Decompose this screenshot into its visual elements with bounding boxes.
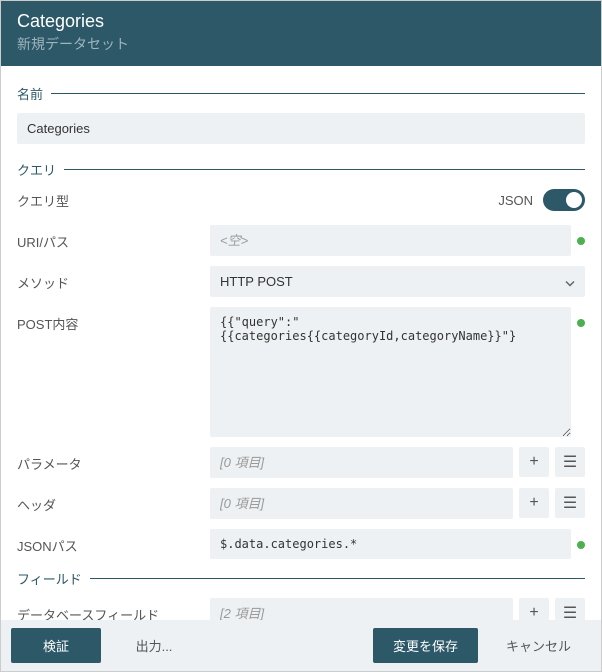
params-input[interactable]: [210, 447, 513, 478]
params-label: パラメータ: [17, 447, 202, 473]
section-query-label: クエリ: [17, 160, 56, 179]
name-input[interactable]: [17, 113, 585, 144]
params-menu-button[interactable]: ☰: [555, 447, 585, 477]
headers-menu-button[interactable]: ☰: [555, 488, 585, 518]
section-name-label: 名前: [17, 84, 43, 103]
dialog-content: 名前 クエリ クエリ型 JSON URI/パス メソッド HTTP POST: [1, 66, 601, 620]
menu-icon: ☰: [563, 452, 577, 472]
menu-icon: ☰: [563, 493, 577, 513]
section-name: 名前: [17, 84, 585, 103]
post-content-textarea[interactable]: {{"query":"{{categories{{categoryId,cate…: [210, 307, 571, 437]
cancel-button[interactable]: キャンセル: [486, 628, 591, 663]
jsonpath-input[interactable]: [210, 529, 571, 559]
headers-input[interactable]: [210, 488, 513, 519]
uri-input[interactable]: [210, 225, 571, 256]
validate-button[interactable]: 検証: [11, 628, 101, 663]
query-type-value: JSON: [498, 193, 533, 208]
query-type-toggle[interactable]: [543, 189, 585, 211]
method-label: メソッド: [17, 266, 202, 292]
headers-add-button[interactable]: +: [519, 488, 549, 518]
jsonpath-status-dot: [577, 541, 585, 549]
db-fields-add-button[interactable]: +: [519, 598, 549, 620]
db-fields-menu-button[interactable]: ☰: [555, 598, 585, 620]
db-fields-label: データベースフィールド: [17, 598, 202, 620]
plus-icon: +: [529, 453, 538, 471]
toggle-knob: [566, 192, 582, 208]
jsonpath-label: JSONパス: [17, 529, 202, 555]
dialog-footer: 検証 出力... 変更を保存 キャンセル: [1, 620, 601, 671]
uri-label: URI/パス: [17, 225, 202, 251]
section-query: クエリ: [17, 160, 585, 179]
menu-icon: ☰: [563, 603, 577, 620]
section-fields: フィールド: [17, 569, 585, 588]
dialog-header: Categories 新規データセット: [1, 1, 601, 66]
headers-label: ヘッダ: [17, 488, 202, 514]
uri-status-dot: [577, 237, 585, 245]
method-select[interactable]: HTTP POST: [210, 266, 585, 297]
dialog-title: Categories: [17, 11, 585, 32]
plus-icon: +: [529, 604, 538, 620]
output-button[interactable]: 出力...: [109, 628, 199, 663]
post-label: POST内容: [17, 307, 202, 333]
query-type-label: クエリ型: [17, 191, 202, 210]
plus-icon: +: [529, 494, 538, 512]
post-status-dot: [577, 319, 585, 327]
params-add-button[interactable]: +: [519, 447, 549, 477]
section-fields-label: フィールド: [17, 569, 82, 588]
dialog-subtitle: 新規データセット: [17, 34, 585, 54]
db-fields-input[interactable]: [210, 598, 513, 620]
save-button[interactable]: 変更を保存: [373, 628, 478, 663]
